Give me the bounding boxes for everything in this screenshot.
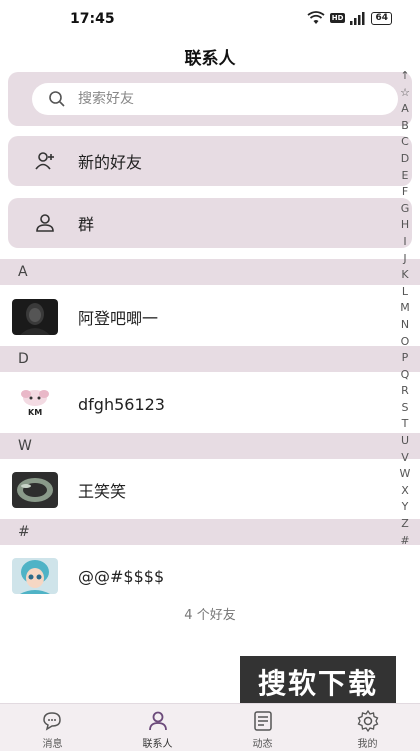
index-letter[interactable]: A <box>398 101 412 118</box>
section-header-a: A <box>0 259 420 285</box>
index-letter[interactable]: L <box>398 284 412 301</box>
contact-name: dfgh56123 <box>78 394 165 414</box>
index-letter[interactable]: M <box>398 300 412 317</box>
index-letter[interactable]: E <box>398 168 412 185</box>
chat-icon <box>42 712 61 731</box>
section-header-d: D <box>0 346 420 372</box>
index-letter[interactable]: C <box>398 134 412 151</box>
search-card <box>8 72 412 126</box>
tab-label: 我的 <box>357 739 378 750</box>
bottom-tab-bar: 消息 联系人 动态 我的 <box>0 703 420 751</box>
search-box[interactable] <box>32 83 398 115</box>
gear-icon <box>357 709 378 733</box>
alphabet-index[interactable]: ↑ ☆ A B C D E F G H I J K L M N O P Q R S T U V W X Y Z # <box>398 68 412 549</box>
index-letter[interactable]: I <box>398 234 412 251</box>
index-letter[interactable]: ↑ <box>398 68 412 85</box>
index-letter[interactable]: # <box>398 533 412 550</box>
tab-messages[interactable]: 消息 <box>0 704 105 751</box>
index-letter[interactable]: H <box>398 217 412 234</box>
feed-icon <box>253 711 272 731</box>
tab-label: 联系人 <box>142 739 173 750</box>
tab-feed[interactable]: 动态 <box>210 704 315 751</box>
status-bar: 17:45 HD 64 <box>0 0 420 40</box>
index-letter[interactable]: X <box>398 483 412 500</box>
search-input[interactable] <box>78 91 378 107</box>
user-icon <box>36 214 54 232</box>
avatar <box>12 558 58 594</box>
add-user-icon <box>35 152 54 170</box>
index-letter[interactable]: G <box>398 201 412 218</box>
tab-label: 消息 <box>42 739 63 750</box>
contact-row[interactable]: 阿登吧唧一 <box>0 287 420 347</box>
contact-row[interactable]: @@#$$$$ <box>0 546 420 606</box>
status-time: 17:45 <box>70 11 115 27</box>
section-header-w: W <box>0 433 420 459</box>
battery-icon: 64 <box>371 11 392 25</box>
avatar: KM <box>12 386 58 422</box>
index-letter[interactable]: K <box>398 267 412 284</box>
new-friends-label: 新的好友 <box>78 153 143 172</box>
index-letter[interactable]: T <box>398 416 412 433</box>
index-letter[interactable]: P <box>398 350 412 367</box>
index-letter[interactable]: R <box>398 383 412 400</box>
groups-label: 群 <box>78 215 95 234</box>
person-icon <box>148 711 167 731</box>
index-letter[interactable]: N <box>398 317 412 334</box>
new-friends-button[interactable]: 新的好友 <box>8 136 412 186</box>
hd-badge: HD <box>329 13 346 23</box>
contact-name: @@#$$$$ <box>78 566 165 586</box>
contact-name: 王笑笑 <box>78 482 127 501</box>
watermark: 搜软下载 <box>240 656 396 708</box>
section-header-hash: # <box>0 519 420 545</box>
contact-row[interactable]: KM dfgh56123 <box>0 374 420 434</box>
index-letter[interactable]: ☆ <box>398 85 412 102</box>
index-letter[interactable]: W <box>398 466 412 483</box>
avatar-badge: KM <box>28 408 43 417</box>
index-letter[interactable]: V <box>398 450 412 467</box>
search-icon <box>49 91 65 107</box>
contact-row[interactable]: 王笑笑 <box>0 460 420 520</box>
index-letter[interactable]: J <box>398 251 412 268</box>
groups-button[interactable]: 群 <box>8 198 412 248</box>
tab-me[interactable]: 我的 <box>315 704 420 751</box>
index-letter[interactable]: S <box>398 400 412 417</box>
avatar <box>12 472 58 508</box>
index-letter[interactable]: U <box>398 433 412 450</box>
status-indicators: HD 64 <box>307 11 392 25</box>
avatar <box>12 299 58 335</box>
index-letter[interactable]: O <box>398 334 412 351</box>
signal-icon <box>350 11 365 25</box>
page-title: 联系人 <box>184 49 236 69</box>
contact-name: 阿登吧唧一 <box>78 309 159 328</box>
tab-label: 动态 <box>252 739 273 750</box>
tab-contacts[interactable]: 联系人 <box>105 704 210 751</box>
index-letter[interactable]: Y <box>398 499 412 516</box>
index-letter[interactable]: Z <box>398 516 412 533</box>
index-letter[interactable]: D <box>398 151 412 168</box>
friend-count: 4 个好友 <box>184 608 236 623</box>
index-letter[interactable]: Q <box>398 367 412 384</box>
index-letter[interactable]: B <box>398 118 412 135</box>
wifi-icon <box>307 11 325 24</box>
index-letter[interactable]: F <box>398 184 412 201</box>
